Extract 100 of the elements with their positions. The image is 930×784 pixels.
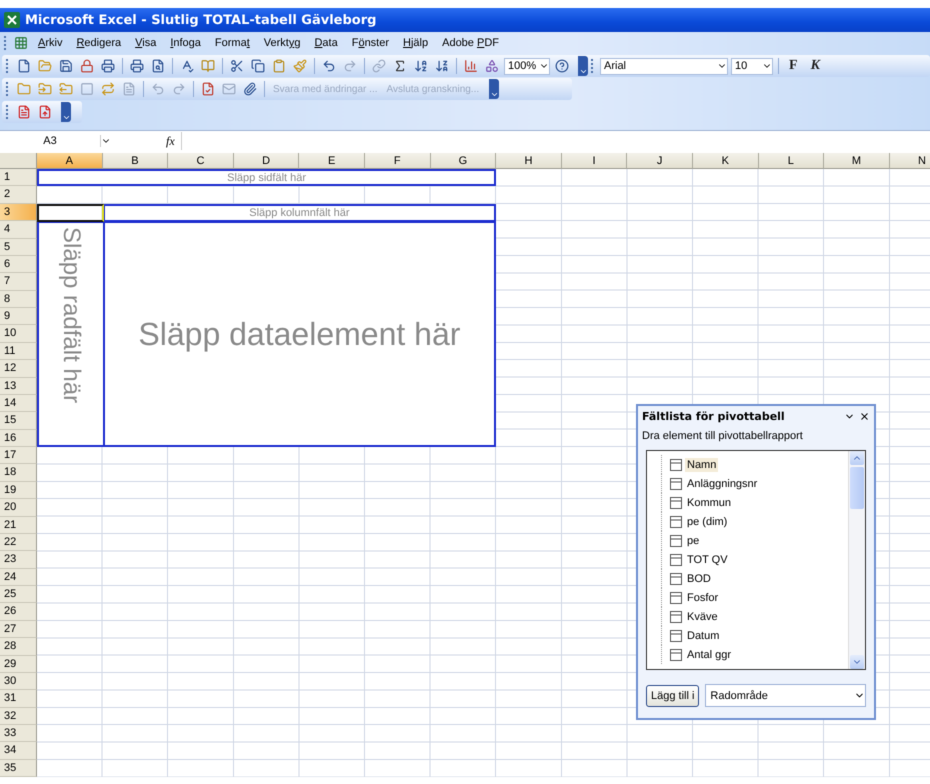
row-header[interactable]: 35 (0, 760, 37, 778)
shapes-icon[interactable] (483, 57, 501, 75)
add-to-button[interactable]: Lägg till i (646, 684, 700, 706)
field-item[interactable]: Namn (685, 458, 718, 472)
column-header[interactable]: B (102, 153, 168, 169)
row-header[interactable]: 20 (0, 499, 37, 516)
row-header[interactable]: 27 (0, 620, 37, 638)
field-item[interactable]: Kommun (685, 496, 734, 510)
attachment-icon[interactable] (241, 80, 259, 98)
menu-item[interactable]: Visa (129, 35, 162, 51)
toolbar-options-icon[interactable] (578, 56, 588, 76)
save-icon[interactable] (57, 57, 75, 75)
row-header[interactable]: 1 (0, 169, 37, 186)
row-header[interactable]: 17 (0, 447, 37, 464)
name-box[interactable]: A3 (0, 135, 101, 147)
column-header[interactable]: A (37, 153, 103, 169)
selected-cell[interactable] (37, 204, 104, 222)
column-header[interactable]: H (496, 153, 562, 169)
menu-item[interactable]: Fönster (346, 35, 396, 51)
menu-item[interactable]: Arkiv (32, 35, 68, 51)
menu-item[interactable]: Format (208, 35, 256, 51)
area-dropdown[interactable]: Radområde (705, 684, 866, 707)
menu-item[interactable]: Adobe PDF (436, 35, 505, 51)
toolbar-options-icon[interactable] (61, 102, 71, 122)
row-header[interactable]: 24 (0, 568, 37, 586)
row-header[interactable]: 12 (0, 360, 37, 378)
row-header[interactable]: 19 (0, 482, 37, 500)
printer-icon[interactable] (128, 57, 146, 75)
field-item[interactable]: TOT QV (685, 552, 730, 566)
row-header[interactable]: 10 (0, 325, 37, 343)
row-header[interactable]: 8 (0, 290, 37, 308)
row-header[interactable]: 32 (0, 708, 37, 725)
row-header[interactable]: 18 (0, 464, 37, 482)
row-header[interactable]: 9 (0, 308, 37, 326)
row-header[interactable]: 21 (0, 516, 37, 534)
column-header[interactable]: C (168, 153, 234, 169)
row-header[interactable]: 26 (0, 603, 37, 621)
column-header[interactable]: D (234, 153, 300, 169)
function-icon[interactable]: fx (166, 134, 175, 148)
lock-icon[interactable] (78, 57, 96, 75)
row-header[interactable]: 2 (0, 186, 37, 204)
chart-icon[interactable] (462, 57, 480, 75)
column-header[interactable]: I (562, 153, 628, 169)
field-item[interactable]: pe (685, 534, 702, 548)
row-header[interactable]: 33 (0, 725, 37, 742)
menu-item[interactable]: Infoga (164, 35, 207, 51)
row-header[interactable]: 28 (0, 638, 37, 656)
column-header[interactable]: K (692, 153, 759, 169)
row-header[interactable]: 25 (0, 586, 37, 604)
field-item[interactable]: Fosfor (685, 590, 720, 604)
panel-hint: Dra element till pivottabellrapport (641, 429, 804, 444)
help-icon[interactable] (553, 57, 571, 75)
menu-item[interactable]: Hjälp (397, 35, 434, 51)
menu-item[interactable]: Verktyg (258, 35, 306, 51)
column-header[interactable]: J (627, 153, 693, 169)
field-item[interactable]: Anläggningsnr (685, 476, 760, 490)
row-header[interactable]: 22 (0, 534, 37, 552)
scrollbar[interactable] (848, 451, 865, 669)
row-header[interactable]: 14 (0, 394, 37, 412)
field-item[interactable]: BOD (685, 572, 713, 586)
row-header[interactable]: 7 (0, 273, 37, 291)
italic-button[interactable]: K (806, 58, 825, 74)
row-header[interactable]: 4 (0, 221, 37, 238)
column-header[interactable]: F (364, 153, 431, 169)
row-header[interactable]: 34 (0, 742, 37, 760)
printer-icon[interactable] (99, 57, 117, 75)
font-size-combo[interactable]: 10 (731, 58, 773, 74)
font-combo[interactable]: Arial (600, 58, 728, 74)
app-logo-icon (4, 12, 20, 28)
column-header[interactable]: G (430, 153, 496, 169)
field-item[interactable]: Kväve (685, 610, 720, 624)
row-header[interactable]: 3 (0, 204, 37, 222)
close-icon[interactable] (859, 410, 870, 422)
field-item[interactable]: pe (dim) (685, 514, 730, 528)
column-header[interactable]: M (824, 153, 890, 169)
menu-item[interactable]: Data (308, 35, 344, 51)
bold-button[interactable]: F (784, 58, 803, 74)
copy-icon[interactable] (249, 57, 267, 75)
row-header[interactable]: 16 (0, 430, 37, 447)
field-item[interactable]: Datum (685, 628, 722, 642)
row-header[interactable]: 29 (0, 656, 37, 673)
row-header[interactable]: 13 (0, 378, 37, 395)
row-header[interactable]: 5 (0, 238, 37, 256)
scrollbar-thumb[interactable] (850, 467, 864, 509)
row-header[interactable]: 31 (0, 690, 37, 708)
workbook-icon[interactable] (12, 34, 30, 52)
row-header[interactable]: 11 (0, 342, 37, 360)
toolbar-options-icon[interactable] (489, 79, 500, 99)
row-header[interactable]: 6 (0, 256, 37, 274)
row-header[interactable]: 15 (0, 412, 37, 430)
column-header[interactable]: E (299, 153, 365, 169)
zoom-combo[interactable]: 100% (504, 58, 550, 74)
row-header[interactable]: 30 (0, 672, 37, 690)
column-header[interactable]: N (890, 153, 930, 169)
scroll-down-button[interactable] (850, 655, 864, 669)
row-header[interactable]: 23 (0, 551, 37, 569)
column-header[interactable]: L (758, 153, 824, 169)
scroll-up-button[interactable] (850, 451, 864, 465)
field-item[interactable]: Antal ggr (685, 648, 734, 662)
menu-item[interactable]: Redigera (70, 35, 128, 51)
